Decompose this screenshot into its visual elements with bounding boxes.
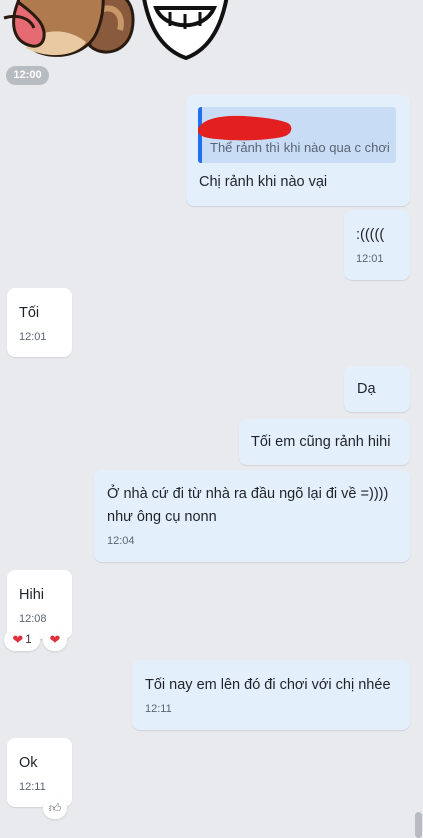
message-time: 12:04 <box>107 535 135 547</box>
outgoing-message[interactable]: Thể rảnh thì khi nào qua c chơi Chị rảnh… <box>186 95 410 206</box>
message-text: Tối <box>19 305 40 321</box>
heart-icon: ❤ <box>12 632 24 647</box>
message-time: 12:11 <box>145 703 172 715</box>
add-reaction-button[interactable]: 👍︎ <box>43 797 67 819</box>
message-text-line-2: như ông cụ nonn <box>107 509 217 525</box>
time-divider: 12:00 <box>6 66 49 85</box>
message-text-line-1: Ở nhà cứ đi từ nhà ra đầu ngõ lại đi về … <box>107 486 389 502</box>
reply-quote-text: Thể rảnh thì khi nào qua c chơi <box>210 140 390 155</box>
raccoon-sticker <box>3 0 135 57</box>
thumbs-up-icon: 👍︎ <box>48 801 62 815</box>
message-text: :((((( <box>356 227 385 243</box>
message-text: Ok <box>19 755 38 771</box>
reaction-summary[interactable]: ❤ 1 <box>4 629 40 651</box>
outgoing-message[interactable]: Dạ <box>344 366 410 412</box>
incoming-message[interactable]: Tối 12:01 <box>7 288 72 357</box>
scrollbar-thumb[interactable] <box>415 812 422 838</box>
reply-quote[interactable]: Thể rảnh thì khi nào qua c chơi <box>198 107 396 163</box>
outgoing-message[interactable]: Tối nay em lên đó đi chơi với chị nhée 1… <box>132 660 410 730</box>
reaction-count: 1 <box>25 634 32 646</box>
outgoing-message[interactable]: Ở nhà cứ đi từ nhà ra đầu ngõ lại đi về … <box>94 470 410 562</box>
outgoing-message[interactable]: Tối em cũng rảnh hihi <box>239 419 410 465</box>
add-reaction-button[interactable]: ❤ <box>43 629 67 651</box>
message-time: 12:08 <box>19 613 47 625</box>
message-time: 12:01 <box>19 331 47 343</box>
message-text: Dạ <box>357 381 376 397</box>
message-text: Hihi <box>19 587 44 603</box>
sticker-message[interactable] <box>0 0 230 62</box>
outgoing-message[interactable]: :((((( 12:01 <box>344 210 410 280</box>
incoming-message[interactable]: Ok 12:11 <box>7 738 72 807</box>
message-text: Tối nay em lên đó đi chơi với chị nhée <box>145 677 391 693</box>
message-text: Chị rảnh khi nào vại <box>199 174 328 190</box>
grinning-character-sticker <box>142 0 229 60</box>
message-text: Tối em cũng rảnh hihi <box>251 434 391 450</box>
heart-icon: ❤ <box>49 632 61 647</box>
message-time: 12:01 <box>356 253 384 265</box>
message-time: 12:11 <box>19 781 46 793</box>
